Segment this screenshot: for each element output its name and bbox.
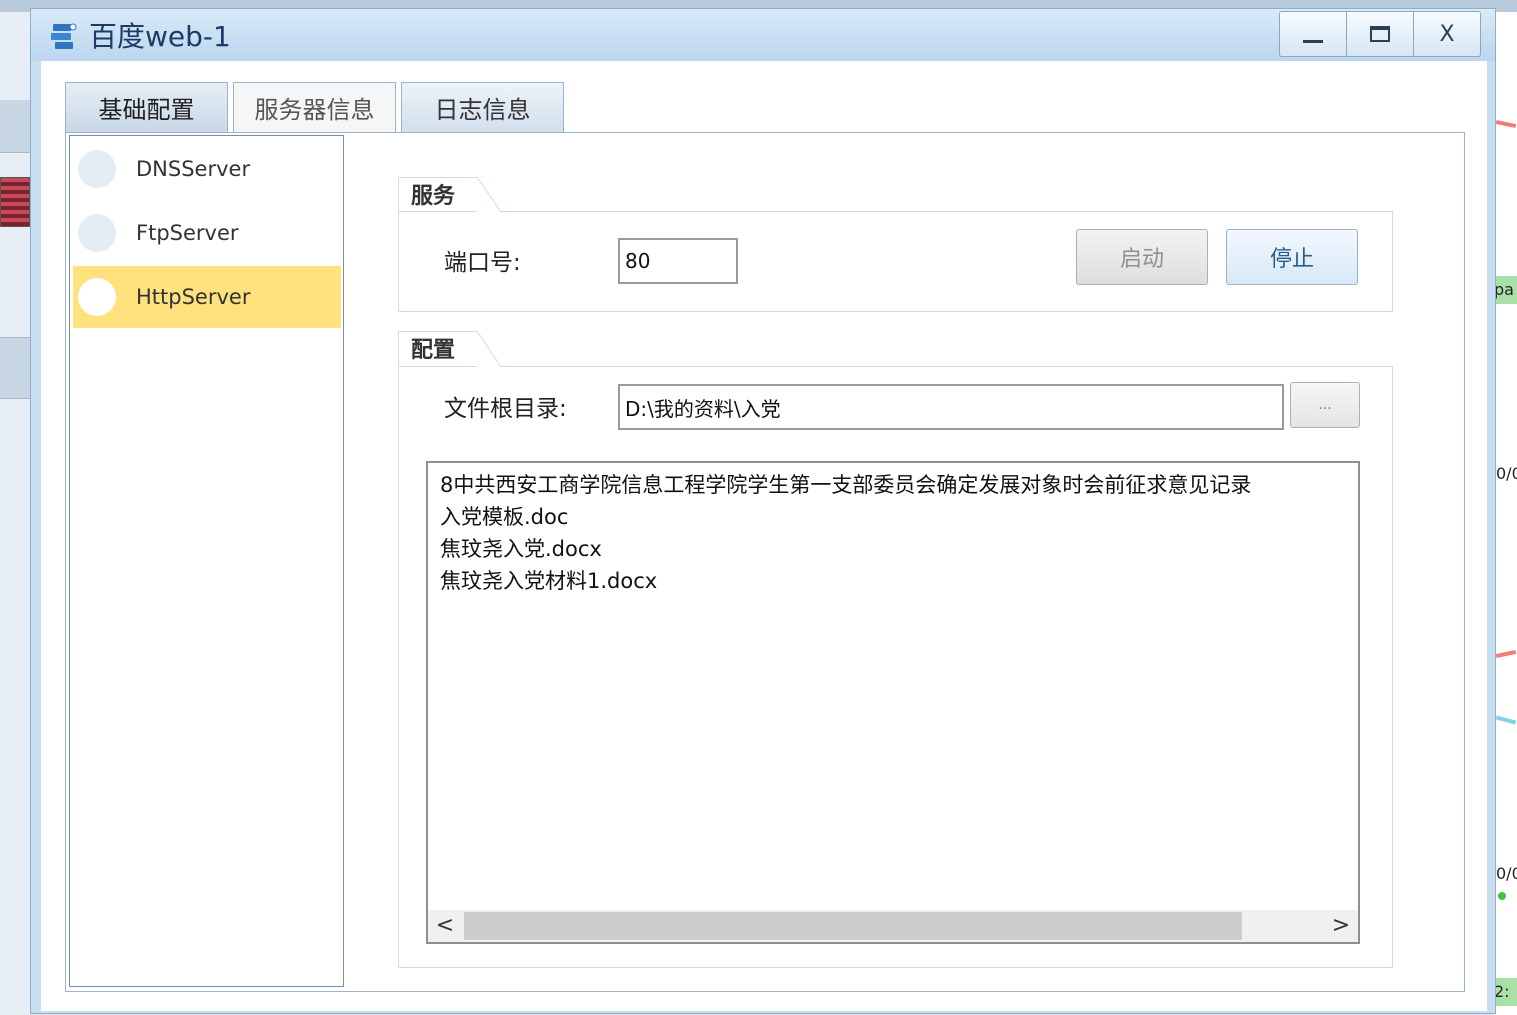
link-status-dot: [1498, 892, 1506, 900]
file-list-item: 焦玟尧入党材料1.docx: [440, 569, 658, 593]
port-label: 端口号:: [444, 250, 521, 276]
tab-server-info[interactable]: 服务器信息: [233, 82, 396, 132]
background-panel-block: [0, 337, 30, 399]
group-tab-corner: [477, 331, 501, 367]
link-line: [1495, 649, 1517, 659]
server-item-label: HttpServer: [136, 285, 251, 309]
server-item-http[interactable]: HttpServer: [73, 266, 341, 328]
window-title: 百度web-1: [89, 20, 231, 53]
window-controls: X: [1279, 11, 1481, 57]
scroll-left-arrow[interactable]: <: [428, 910, 462, 942]
root-dir-input[interactable]: D:\我的资料\入党: [618, 384, 1284, 430]
link-line: [1495, 119, 1517, 129]
service-group-title: 服务: [398, 177, 478, 211]
port-input[interactable]: 80: [618, 238, 738, 284]
background-panel-block: [0, 100, 30, 153]
file-list-item: 焦玟尧入党.docx: [440, 537, 602, 561]
server-status-icon: [78, 278, 116, 316]
start-button[interactable]: 启动: [1076, 229, 1208, 285]
scroll-right-arrow[interactable]: >: [1324, 910, 1358, 942]
maximize-button[interactable]: [1347, 12, 1414, 56]
file-list-item: 入党模板.doc: [440, 505, 569, 529]
interface-label: 0/0: [1496, 864, 1517, 883]
minimize-button[interactable]: [1280, 12, 1347, 56]
config-group-title: 配置: [398, 331, 478, 365]
server-status-icon: [78, 214, 116, 252]
minimize-icon: [1303, 39, 1323, 43]
server-item-label: DNSServer: [136, 157, 251, 181]
root-dir-label: 文件根目录:: [444, 396, 567, 422]
background-topology-canvas: pa 0/0 0/0 2:: [1494, 12, 1517, 1015]
browse-button[interactable]: ...: [1290, 382, 1360, 428]
interface-tag: 2:: [1494, 978, 1517, 1006]
file-list-box[interactable]: 8中共西安工商学院信息工程学院学生第一支部委员会确定发展对象时会前征求意见记录 …: [426, 461, 1360, 944]
window-content: 基础配置 服务器信息 日志信息 DNSServer FtpServer Http…: [41, 61, 1487, 1011]
server-device-icon: [49, 21, 79, 51]
horizontal-scrollbar[interactable]: < >: [428, 910, 1358, 942]
tab-log-info[interactable]: 日志信息: [401, 82, 564, 132]
tab-basic-config[interactable]: 基础配置: [65, 82, 228, 132]
device-config-window: 百度web-1 X 基础配置 服务器信息 日志信息 DNSServer FtpS…: [30, 8, 1496, 1014]
maximize-icon: [1370, 26, 1390, 42]
link-line: [1495, 715, 1517, 725]
scrollbar-thumb[interactable]: [464, 912, 1242, 940]
group-tab-corner: [477, 177, 501, 212]
server-list: DNSServer FtpServer HttpServer: [69, 135, 344, 987]
server-item-dns[interactable]: DNSServer: [73, 138, 341, 200]
background-left-pane: [0, 12, 30, 1015]
server-item-ftp[interactable]: FtpServer: [73, 202, 341, 264]
interface-tag: pa: [1494, 276, 1517, 304]
firewall-device-icon: [0, 177, 30, 227]
server-info-panel: DNSServer FtpServer HttpServer 服务 端口号: 8…: [65, 132, 1465, 992]
title-bar[interactable]: 百度web-1 X: [31, 9, 1495, 61]
close-button[interactable]: X: [1414, 12, 1480, 56]
server-status-icon: [78, 150, 116, 188]
interface-label: 0/0: [1496, 464, 1517, 483]
file-list-item: 8中共西安工商学院信息工程学院学生第一支部委员会确定发展对象时会前征求意见记录: [440, 473, 1252, 497]
server-item-label: FtpServer: [136, 221, 239, 245]
stop-button[interactable]: 停止: [1226, 229, 1358, 285]
